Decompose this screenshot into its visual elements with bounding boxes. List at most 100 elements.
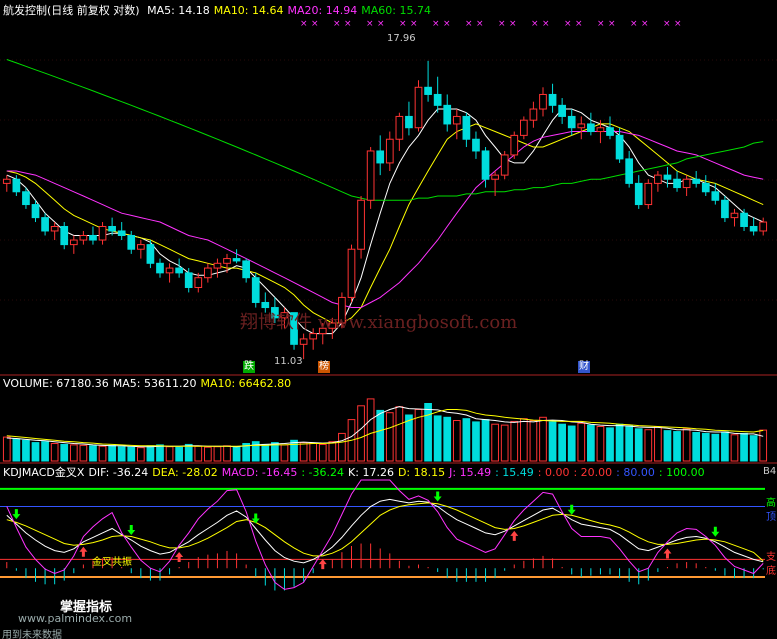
volume-bar bbox=[491, 423, 499, 462]
volume-bar bbox=[663, 430, 672, 462]
price-ma-line-ma60 bbox=[6, 59, 764, 201]
candle-body bbox=[740, 212, 748, 227]
volume-bar bbox=[749, 435, 758, 462]
candle-body bbox=[424, 86, 432, 95]
signal-marker: × bbox=[300, 19, 308, 29]
candle-body bbox=[299, 338, 308, 345]
volume-bar bbox=[328, 441, 337, 462]
candle-body bbox=[405, 115, 413, 129]
volume-bar bbox=[194, 445, 203, 462]
signal-marker: × bbox=[377, 19, 385, 29]
buy-arrow-icon bbox=[663, 548, 672, 559]
candle-body bbox=[117, 230, 126, 236]
candle-body bbox=[98, 225, 107, 241]
volume-bar bbox=[395, 406, 404, 462]
candle-body bbox=[596, 127, 605, 133]
volume-bar bbox=[558, 423, 566, 462]
candle-body bbox=[165, 267, 174, 274]
volume-bar bbox=[701, 432, 710, 462]
candle-body bbox=[433, 93, 442, 106]
volume-bar bbox=[12, 438, 21, 462]
volume-bar bbox=[299, 442, 308, 462]
volume-bar bbox=[692, 431, 701, 462]
signal-marker: × bbox=[531, 19, 539, 29]
candle-body bbox=[50, 225, 59, 232]
stock-chart-window: 航发控制(日线 前复权 对数) MA5: 14.18 MA10: 14.64 MA2… bbox=[0, 0, 777, 639]
volume-bar bbox=[175, 446, 183, 462]
volume-bar bbox=[376, 409, 385, 462]
volume-bar bbox=[213, 446, 222, 462]
footer-text: 用到未来数据 bbox=[2, 630, 62, 639]
signal-marker: × bbox=[630, 19, 638, 29]
volume-bar bbox=[481, 419, 490, 462]
side-label: B4 bbox=[763, 466, 777, 477]
candle-body bbox=[452, 115, 461, 125]
volume-bar bbox=[730, 434, 739, 462]
signal-marker: × bbox=[575, 19, 583, 29]
volume-bar bbox=[60, 443, 69, 462]
candle-body bbox=[558, 104, 566, 117]
right-label-top: 顶 bbox=[766, 512, 776, 523]
candle-body bbox=[634, 182, 643, 206]
candle-body bbox=[156, 262, 164, 274]
indicator-line-j bbox=[6, 479, 764, 590]
candle-body bbox=[587, 123, 595, 133]
tag-fall[interactable]: 跌 bbox=[243, 361, 255, 373]
candle-body bbox=[309, 333, 318, 340]
volume-bar bbox=[366, 398, 375, 462]
volume-bar bbox=[625, 425, 634, 462]
candle-body bbox=[500, 154, 509, 176]
volume-bar bbox=[615, 423, 624, 462]
volume-bar bbox=[79, 444, 88, 462]
volume-bar bbox=[596, 426, 605, 462]
tag-finance[interactable]: 财 bbox=[578, 361, 590, 373]
volume-bar bbox=[567, 425, 576, 462]
volume-bar bbox=[634, 428, 643, 462]
candle-body bbox=[692, 178, 701, 184]
volume-bar bbox=[539, 416, 547, 462]
volume-bar bbox=[654, 426, 662, 462]
candle-body bbox=[567, 115, 576, 129]
volume-bar bbox=[165, 446, 174, 462]
candle-body bbox=[529, 108, 538, 121]
candle-body bbox=[395, 115, 404, 140]
candle-body bbox=[69, 239, 78, 246]
volume-bar bbox=[452, 420, 461, 462]
candle-body bbox=[89, 234, 97, 241]
volume-bar bbox=[519, 418, 528, 462]
buy-arrow-icon bbox=[510, 530, 519, 541]
signal-marker: × bbox=[542, 19, 550, 29]
candle-body bbox=[213, 262, 222, 269]
volume-bar bbox=[548, 421, 557, 462]
signal-marker: × bbox=[498, 19, 506, 29]
volume-bar bbox=[2, 436, 11, 462]
volume-bar bbox=[232, 446, 241, 462]
candle-body bbox=[2, 178, 11, 184]
candle-body bbox=[261, 301, 270, 309]
low-label: 11.03 bbox=[274, 356, 303, 367]
volume-bar bbox=[309, 443, 318, 462]
candle-body bbox=[663, 174, 672, 180]
buy-arrow-icon bbox=[175, 552, 184, 563]
candle-body bbox=[539, 93, 547, 110]
volume-bar bbox=[462, 418, 471, 462]
volume-bar bbox=[673, 431, 681, 462]
candle-body bbox=[79, 234, 88, 241]
candle-body bbox=[721, 199, 729, 219]
sell-arrow-icon bbox=[127, 525, 136, 535]
tag-rank[interactable]: 榜 bbox=[318, 361, 330, 373]
volume-bar bbox=[261, 443, 270, 462]
volume-bar bbox=[290, 439, 298, 462]
candle-body bbox=[194, 277, 203, 288]
volume-bar bbox=[98, 445, 107, 462]
volume-bar bbox=[721, 431, 729, 462]
signal-marker: × bbox=[410, 19, 418, 29]
price-ma-line-ma20 bbox=[6, 131, 764, 308]
signal-marker: × bbox=[432, 19, 440, 29]
signal-marker: × bbox=[443, 19, 451, 29]
volume-bar bbox=[31, 442, 40, 462]
candle-body bbox=[232, 258, 241, 262]
candle-body bbox=[31, 204, 40, 219]
volume-bar bbox=[41, 441, 49, 462]
volume-bar bbox=[146, 445, 155, 462]
